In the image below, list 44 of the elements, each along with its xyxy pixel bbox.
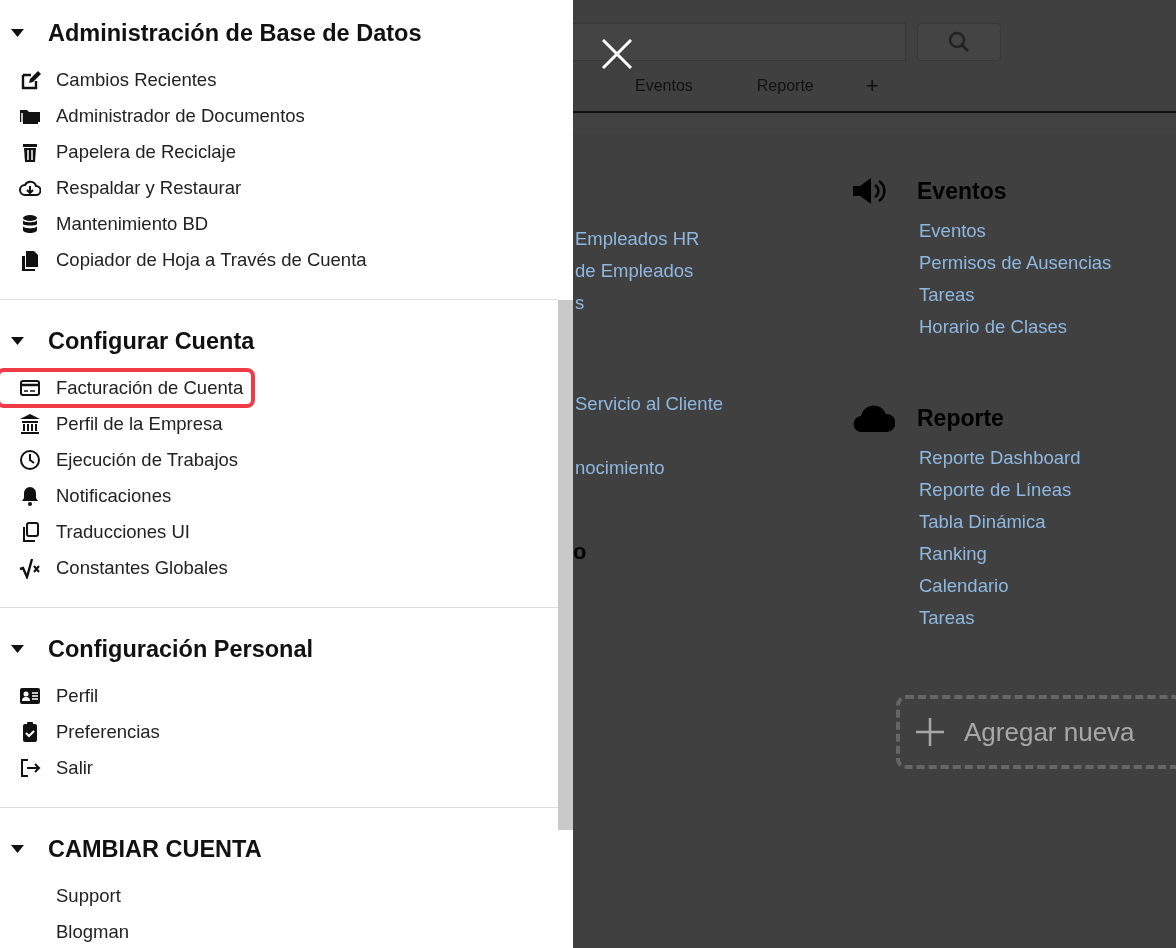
section-heading: CAMBIAR CUENTA: [48, 835, 262, 863]
add-button[interactable]: Agregar nueva: [896, 695, 1176, 769]
link[interactable]: Tareas: [919, 602, 1176, 634]
link[interactable]: Eventos: [919, 215, 1176, 247]
card-heading: Eventos: [917, 177, 1008, 206]
speaker-icon: [853, 177, 887, 205]
search-icon: [948, 31, 970, 53]
card-heading: Reporte: [917, 404, 1005, 433]
scrollbar-thumb[interactable]: [558, 300, 573, 830]
edit-icon: [19, 69, 41, 91]
link[interactable]: de Empleados: [575, 255, 853, 287]
close-icon[interactable]: [602, 39, 632, 69]
link[interactable]: Calendario: [919, 570, 1176, 602]
link[interactable]: Horario de Clases: [919, 311, 1176, 343]
logout-icon: [19, 757, 41, 779]
link[interactable]: Permisos de Ausencias: [919, 247, 1176, 279]
link[interactable]: s: [575, 287, 853, 319]
plus-icon: [916, 718, 944, 746]
clock-icon: [19, 449, 41, 471]
caret-down-icon[interactable]: [11, 845, 24, 853]
caret-down-icon[interactable]: [11, 645, 24, 653]
link[interactable]: Tabla Dinámica: [919, 506, 1176, 538]
id-card-icon: [19, 685, 41, 707]
search-field[interactable]: [573, 23, 906, 61]
bell-icon: [19, 485, 41, 507]
credit-card-icon: [19, 377, 41, 399]
square-root-icon: [19, 557, 41, 579]
section-heading: o: [573, 538, 588, 566]
link[interactable]: Tareas: [919, 279, 1176, 311]
link[interactable]: nocimiento: [575, 452, 853, 484]
section-heading: Administración de Base de Datos: [48, 19, 422, 47]
section-heading: Configurar Cuenta: [48, 327, 255, 355]
link[interactable]: Servicio al Cliente: [575, 388, 853, 420]
section-heading: Configuración Personal: [48, 635, 314, 663]
menu-item[interactable]: Facturación de Cuenta: [0, 368, 256, 408]
link[interactable]: Ranking: [919, 538, 1176, 570]
bank-icon: [19, 413, 41, 435]
link[interactable]: Reporte Dashboard: [919, 442, 1176, 474]
documents-icon: [19, 249, 41, 271]
caret-down-icon[interactable]: [11, 29, 24, 37]
link[interactable]: Empleados HR: [575, 223, 853, 255]
caret-down-icon[interactable]: [11, 337, 24, 345]
cloud-icon: [853, 404, 895, 432]
link[interactable]: Reporte de Líneas: [919, 474, 1176, 506]
